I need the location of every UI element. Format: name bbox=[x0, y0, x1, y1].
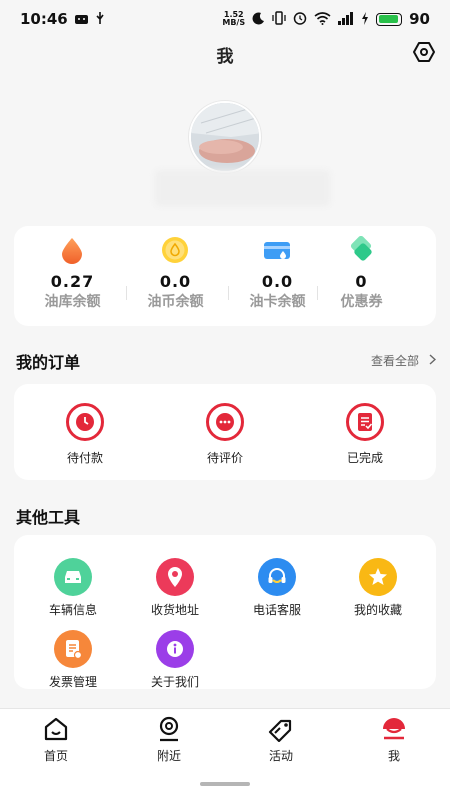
car-icon bbox=[54, 558, 92, 596]
document-check-icon bbox=[346, 403, 384, 441]
info-icon bbox=[156, 630, 194, 668]
nav-tab-me[interactable]: 我 bbox=[354, 715, 434, 764]
clock-icon bbox=[66, 403, 104, 441]
battery-icon bbox=[376, 12, 403, 26]
tool-label: 车辆信息 bbox=[48, 603, 97, 617]
wallet-value: 0 bbox=[355, 272, 368, 291]
username-blurred bbox=[155, 170, 330, 206]
tool-label: 我的收藏 bbox=[353, 603, 402, 617]
nav-tab-home[interactable]: 首页 bbox=[16, 715, 96, 764]
wifi-icon bbox=[314, 11, 331, 27]
tools-card: 车辆信息 收货地址 电话客服 我的收藏 发票管理 关于我们 bbox=[14, 535, 436, 689]
tool-my-favorites[interactable]: 我的收藏 bbox=[338, 558, 418, 618]
home-indicator[interactable] bbox=[200, 782, 250, 786]
order-label: 待付款 bbox=[66, 451, 103, 465]
comment-icon bbox=[206, 403, 244, 441]
tool-label: 电话客服 bbox=[252, 603, 301, 617]
wallet-item-oil-depot[interactable]: 0.27 油库余额 bbox=[26, 226, 119, 326]
view-all-label: 查看全部 bbox=[370, 354, 419, 368]
tool-invoice-management[interactable]: 发票管理 bbox=[33, 630, 113, 690]
charging-icon bbox=[361, 11, 369, 27]
moon-icon bbox=[252, 11, 265, 27]
nav-label: 活动 bbox=[268, 749, 293, 763]
me-icon bbox=[380, 715, 408, 743]
wallet-item-coupon[interactable]: 0 优惠券 bbox=[315, 226, 408, 326]
coupon-icon bbox=[347, 235, 375, 264]
tool-about-us[interactable]: 关于我们 bbox=[135, 630, 215, 690]
tool-shipping-address[interactable]: 收货地址 bbox=[135, 558, 215, 618]
oil-coin-icon bbox=[161, 236, 189, 264]
order-pending-payment[interactable]: 待付款 bbox=[45, 403, 125, 466]
status-time: 10:46 bbox=[20, 10, 68, 28]
settings-hexagon-icon bbox=[413, 42, 435, 66]
location-pin-icon bbox=[156, 558, 194, 596]
wallet-label: 油库余额 bbox=[44, 294, 101, 310]
divider bbox=[126, 286, 127, 300]
view-all-orders-link[interactable]: 查看全部 bbox=[370, 352, 437, 369]
tools-section-title: 其他工具 bbox=[16, 508, 81, 527]
alarm-icon bbox=[293, 11, 307, 27]
nav-label: 首页 bbox=[43, 749, 68, 763]
wallet-value: 0.0 bbox=[159, 272, 192, 291]
bottom-navigation: 首页 附近 活动 我 bbox=[0, 708, 450, 800]
nav-tab-activity[interactable]: 活动 bbox=[241, 715, 321, 764]
avatar[interactable] bbox=[189, 101, 261, 173]
wallet-card: 0.27 油库余额 0.0 油币余额 0.0 油卡余额 0 优惠券 bbox=[14, 226, 436, 326]
oil-card-icon bbox=[263, 236, 291, 264]
nav-tab-nearby[interactable]: 附近 bbox=[129, 715, 209, 764]
invoice-icon bbox=[54, 630, 92, 668]
headset-icon bbox=[258, 558, 296, 596]
vibrate-icon bbox=[272, 11, 286, 27]
wallet-item-oil-coin[interactable]: 0.0 油币余额 bbox=[129, 226, 222, 326]
tool-label: 收货地址 bbox=[150, 603, 199, 617]
wallet-label: 油卡余额 bbox=[249, 294, 306, 310]
settings-button[interactable] bbox=[412, 42, 436, 66]
wallet-value: 0.0 bbox=[261, 272, 294, 291]
tool-label: 发票管理 bbox=[48, 675, 97, 689]
battery-level: 90 bbox=[409, 10, 430, 28]
nearby-icon bbox=[155, 715, 183, 743]
nav-label: 我 bbox=[387, 749, 400, 763]
orders-card: 待付款 待评价 已完成 bbox=[14, 384, 436, 480]
nav-label: 附近 bbox=[156, 749, 181, 763]
status-bar: 10:46 1.52 MB/S 90 bbox=[0, 0, 450, 38]
chevron-right-icon bbox=[429, 353, 437, 368]
network-speed: 1.52 MB/S bbox=[222, 10, 246, 27]
tool-phone-service[interactable]: 电话客服 bbox=[237, 558, 317, 618]
order-label: 已完成 bbox=[346, 451, 383, 465]
activity-tag-icon bbox=[267, 715, 295, 743]
page-title: 我 bbox=[216, 46, 234, 67]
orders-section-title: 我的订单 bbox=[16, 353, 81, 372]
tool-label: 关于我们 bbox=[150, 675, 199, 689]
wallet-label: 优惠券 bbox=[340, 294, 383, 310]
divider bbox=[228, 286, 229, 300]
order-completed[interactable]: 已完成 bbox=[325, 403, 405, 466]
star-icon bbox=[359, 558, 397, 596]
signal-icon bbox=[338, 11, 354, 27]
tool-vehicle-info[interactable]: 车辆信息 bbox=[33, 558, 113, 618]
home-icon bbox=[42, 715, 70, 743]
wallet-value: 0.27 bbox=[50, 272, 95, 291]
wallet-item-oil-card[interactable]: 0.0 油卡余额 bbox=[231, 226, 324, 326]
page-header: 我 bbox=[0, 38, 450, 70]
order-label: 待评价 bbox=[206, 451, 243, 465]
android-notification-icon bbox=[74, 13, 88, 26]
wallet-label: 油币余额 bbox=[147, 294, 204, 310]
usb-icon bbox=[95, 11, 105, 27]
oil-drop-icon bbox=[58, 236, 86, 264]
order-pending-review[interactable]: 待评价 bbox=[185, 403, 265, 466]
